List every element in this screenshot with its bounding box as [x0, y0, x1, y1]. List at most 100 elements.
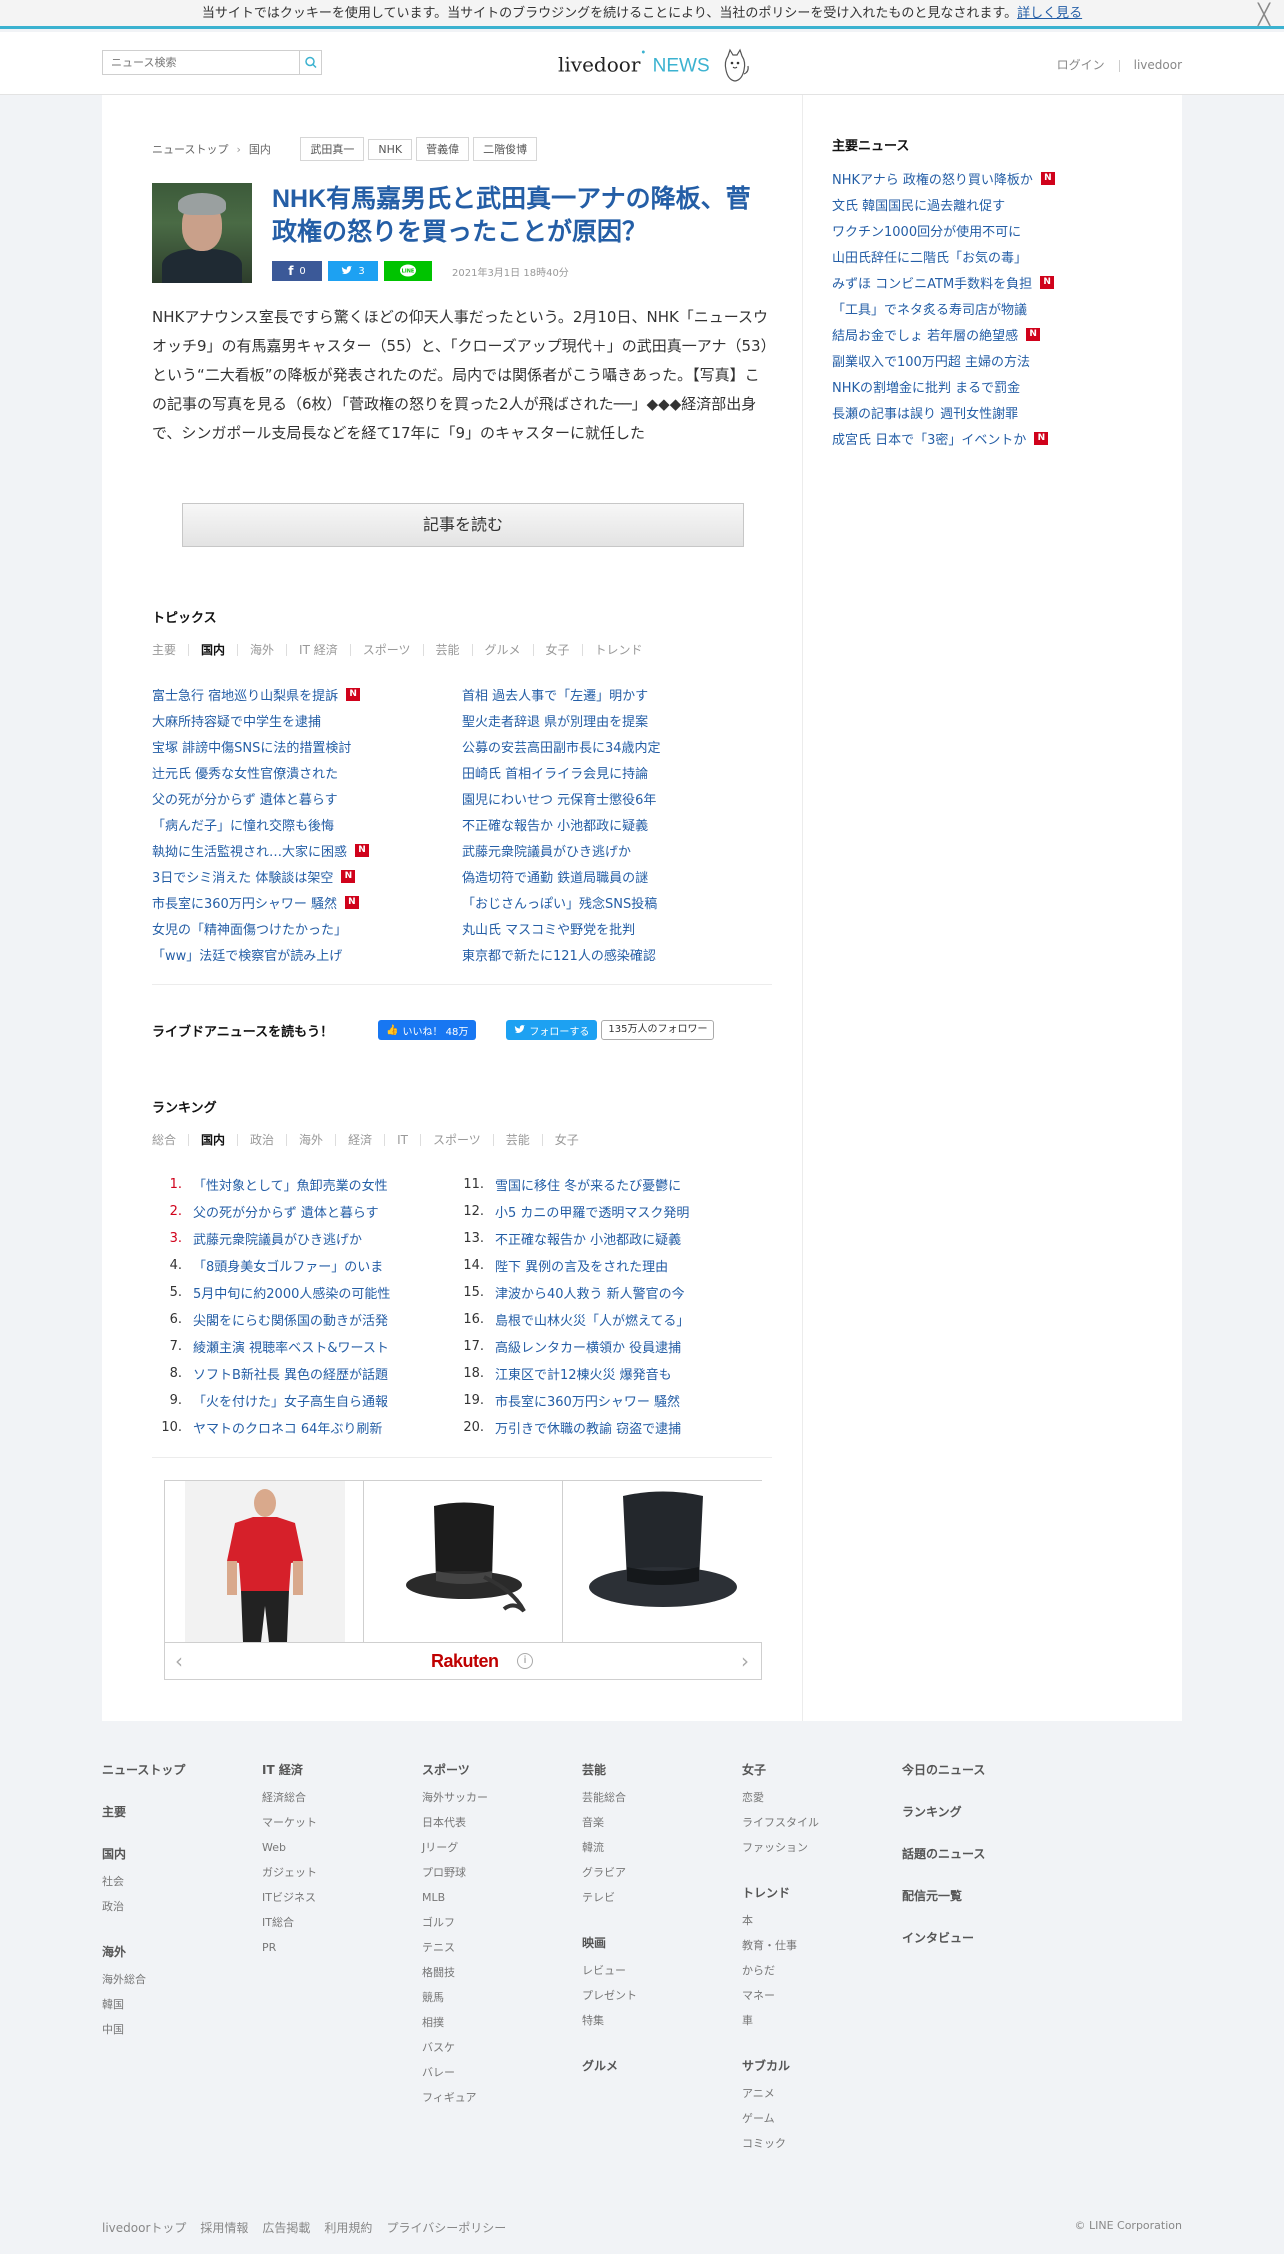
footer-link[interactable]: コミック [742, 2131, 892, 2156]
footer-link[interactable]: マーケット [262, 1810, 412, 1835]
topic-item[interactable]: 父の死が分からず 遺体と暮らす [152, 785, 452, 811]
topic-link[interactable]: 父の死が分からず 遺体と暮らす [152, 789, 338, 808]
tab-0[interactable]: 主要 [152, 644, 190, 656]
topic-item[interactable]: 富士急行 宿地巡り山梨県を提訴 N [152, 681, 452, 707]
footer-link[interactable]: バレー [422, 2060, 572, 2085]
sidebar-news-item[interactable]: 山田氏辞任に二階氏「お気の毒」 [832, 243, 1055, 269]
footer-link[interactable]: Web [262, 1835, 412, 1860]
footer-bottom-link[interactable]: livedoorトップ [102, 2221, 186, 2235]
breadcrumb-domestic[interactable]: 国内 [249, 143, 271, 156]
tab-2[interactable]: 海外 [250, 644, 288, 656]
tab-5[interactable]: 芸能 [436, 644, 473, 656]
tab-3[interactable]: 海外 [299, 1134, 337, 1146]
ranking-item[interactable]: 4. 「8頭身美女ゴルファー」のいま [152, 1252, 452, 1279]
footer-heading[interactable]: 海外 [102, 1943, 252, 1961]
topic-link[interactable]: 公募の安芸高田副市長に34歳内定 [462, 737, 661, 756]
footer-link[interactable]: 経済総合 [262, 1785, 412, 1810]
sidebar-news-link[interactable]: 副業収入で100万円超 主婦の方法 [832, 351, 1030, 370]
topic-link[interactable]: 女児の「精神面傷つけたかった」 [152, 919, 347, 938]
footer-bottom-link[interactable]: 採用情報 [200, 2221, 248, 2235]
ranking-link[interactable]: 「8頭身美女ゴルファー」のいま [193, 1256, 383, 1275]
footer-heading[interactable]: 話題のニュース [902, 1845, 1052, 1863]
footer-link[interactable]: MLB [422, 1885, 572, 1910]
topic-link[interactable]: 首相 過去人事で「左遷」明かす [462, 685, 648, 704]
footer-heading[interactable]: 映画 [582, 1934, 732, 1952]
topic-link[interactable]: 宝塚 誹謗中傷SNSに法的措置検討 [152, 737, 351, 756]
footer-link[interactable]: 競馬 [422, 1985, 572, 2010]
ranking-item[interactable]: 3. 武藤元衆院議員がひき逃げか [152, 1225, 452, 1252]
ranking-link[interactable]: 「火を付けた」女子高生自ら通報 [193, 1391, 388, 1410]
sidebar-news-link[interactable]: 文氏 韓国国民に過去離れ促す [832, 195, 1005, 214]
ranking-link[interactable]: 武藤元衆院議員がひき逃げか [193, 1229, 362, 1248]
breadcrumb-news-top[interactable]: ニューストップ [152, 143, 228, 156]
ranking-link[interactable]: 島根で山林火災「人が燃えてる」 [495, 1310, 689, 1329]
ranking-link[interactable]: 市長室に360万円シャワー 騒然 [495, 1391, 680, 1410]
ranking-link[interactable]: ヤマトのクロネコ 64年ぶり刷新 [193, 1418, 382, 1437]
ranking-item[interactable]: 9. 「火を付けた」女子高生自ら通報 [152, 1387, 452, 1414]
line-share-button[interactable]: LINE [384, 261, 432, 281]
ranking-item[interactable]: 11. 雪国に移住 冬が来るたび憂鬱に [454, 1171, 754, 1198]
topic-item[interactable]: 公募の安芸高田副市長に34歳内定 [462, 733, 762, 759]
footer-bottom-link[interactable]: 広告掲載 [262, 2221, 310, 2235]
topic-link[interactable]: 武藤元衆院議員がひき逃げか [462, 841, 631, 860]
footer-link[interactable]: 海外サッカー [422, 1785, 572, 1810]
topic-link[interactable]: 園児にわいせつ 元保育士懲役6年 [462, 789, 656, 808]
info-icon[interactable]: i [517, 1653, 533, 1669]
ranking-item[interactable]: 19. 市長室に360万円シャワー 騒然 [454, 1387, 754, 1414]
footer-link[interactable]: Jリーグ [422, 1835, 572, 1860]
sidebar-news-link[interactable]: NHKの割増金に批判 まるで罰金 [832, 377, 1020, 396]
footer-link[interactable]: プレゼント [582, 1983, 732, 2008]
ranking-link[interactable]: 雪国に移住 冬が来るたび憂鬱に [495, 1175, 681, 1194]
footer-link[interactable]: ゲーム [742, 2106, 892, 2131]
tab-4[interactable]: スポーツ [363, 644, 424, 656]
ranking-item[interactable]: 6. 尖閣をにらむ関係国の動きが活発 [152, 1306, 452, 1333]
ranking-link[interactable]: 江東区で計12棟火災 爆発音も [495, 1364, 672, 1383]
topic-link[interactable]: 3日でシミ消えた 体験談は架空 [152, 867, 333, 886]
sidebar-news-item[interactable]: NHKアナら 政権の怒り買い降板か N [832, 165, 1055, 191]
search-input[interactable] [103, 51, 299, 74]
footer-link[interactable]: 教育・仕事 [742, 1933, 892, 1958]
ranking-item[interactable]: 10. ヤマトのクロネコ 64年ぶり刷新 [152, 1414, 452, 1441]
topic-item[interactable]: 丸山氏 マスコミや野党を批判 [462, 915, 762, 941]
sidebar-news-item[interactable]: NHKの割増金に批判 まるで罰金 [832, 373, 1055, 399]
footer-heading[interactable]: 今日のニュース [902, 1761, 1052, 1779]
twitter-share-button[interactable]: 3 [328, 261, 378, 281]
search-button[interactable] [299, 51, 321, 74]
tab-3[interactable]: IT 経済 [299, 644, 351, 656]
ranking-item[interactable]: 13. 不正確な報告か 小池都政に疑義 [454, 1225, 754, 1252]
tab-5[interactable]: IT [397, 1134, 421, 1146]
topic-link[interactable]: 執拗に生活監視され…大家に困惑 [152, 841, 347, 860]
ranking-link[interactable]: 万引きで休職の教諭 窃盗で逮捕 [495, 1418, 681, 1437]
ranking-link[interactable]: 尖閣をにらむ関係国の動きが活発 [193, 1310, 388, 1329]
sidebar-news-item[interactable]: 成宮氏 日本で「3密」イベントか N [832, 425, 1055, 451]
footer-heading[interactable]: グルメ [582, 2057, 732, 2075]
footer-heading[interactable]: スポーツ [422, 1761, 572, 1779]
topic-item[interactable]: 園児にわいせつ 元保育士懲役6年 [462, 785, 762, 811]
sidebar-news-link[interactable]: 成宮氏 日本で「3密」イベントか [832, 429, 1026, 448]
close-icon[interactable]: ╳ [1254, 4, 1274, 24]
footer-bottom-link[interactable]: プライバシーポリシー [386, 2221, 506, 2235]
sidebar-news-item[interactable]: 「工具」でネタ炙る寿司店が物議 [832, 295, 1055, 321]
footer-link[interactable]: ライフスタイル [742, 1810, 892, 1835]
tab-6[interactable]: グルメ [485, 644, 534, 656]
footer-heading[interactable]: 国内 [102, 1845, 252, 1863]
ranking-item[interactable]: 18. 江東区で計12棟火災 爆発音も [454, 1360, 754, 1387]
sidebar-news-link[interactable]: 山田氏辞任に二階氏「お気の毒」 [832, 247, 1027, 266]
article-thumbnail[interactable] [152, 183, 252, 283]
footer-link[interactable]: テニス [422, 1935, 572, 1960]
topic-link[interactable]: 丸山氏 マスコミや野党を批判 [462, 919, 635, 938]
footer-heading[interactable]: ニューストップ [102, 1761, 252, 1779]
chevron-right-icon[interactable]: › [741, 1649, 749, 1673]
footer-link[interactable]: 社会 [102, 1869, 252, 1894]
ranking-link[interactable]: 陛下 異例の言及をされた理由 [495, 1256, 668, 1275]
footer-link[interactable]: ガジェット [262, 1860, 412, 1885]
tab-0[interactable]: 総合 [152, 1134, 190, 1146]
topic-item[interactable]: 大麻所持容疑で中学生を逮捕 [152, 707, 452, 733]
footer-link[interactable]: レビュー [582, 1958, 732, 1983]
ranking-item[interactable]: 15. 津波から40人救う 新人警官の今 [454, 1279, 754, 1306]
footer-heading[interactable]: サブカル [742, 2057, 892, 2075]
topic-link[interactable]: 東京都で新たに121人の感染確認 [462, 945, 656, 964]
ranking-link[interactable]: 津波から40人救う 新人警官の今 [495, 1283, 685, 1302]
ranking-item[interactable]: 8. ソフトB新社長 異色の経歴が話題 [152, 1360, 452, 1387]
read-article-button[interactable]: 記事を読む [182, 503, 744, 547]
